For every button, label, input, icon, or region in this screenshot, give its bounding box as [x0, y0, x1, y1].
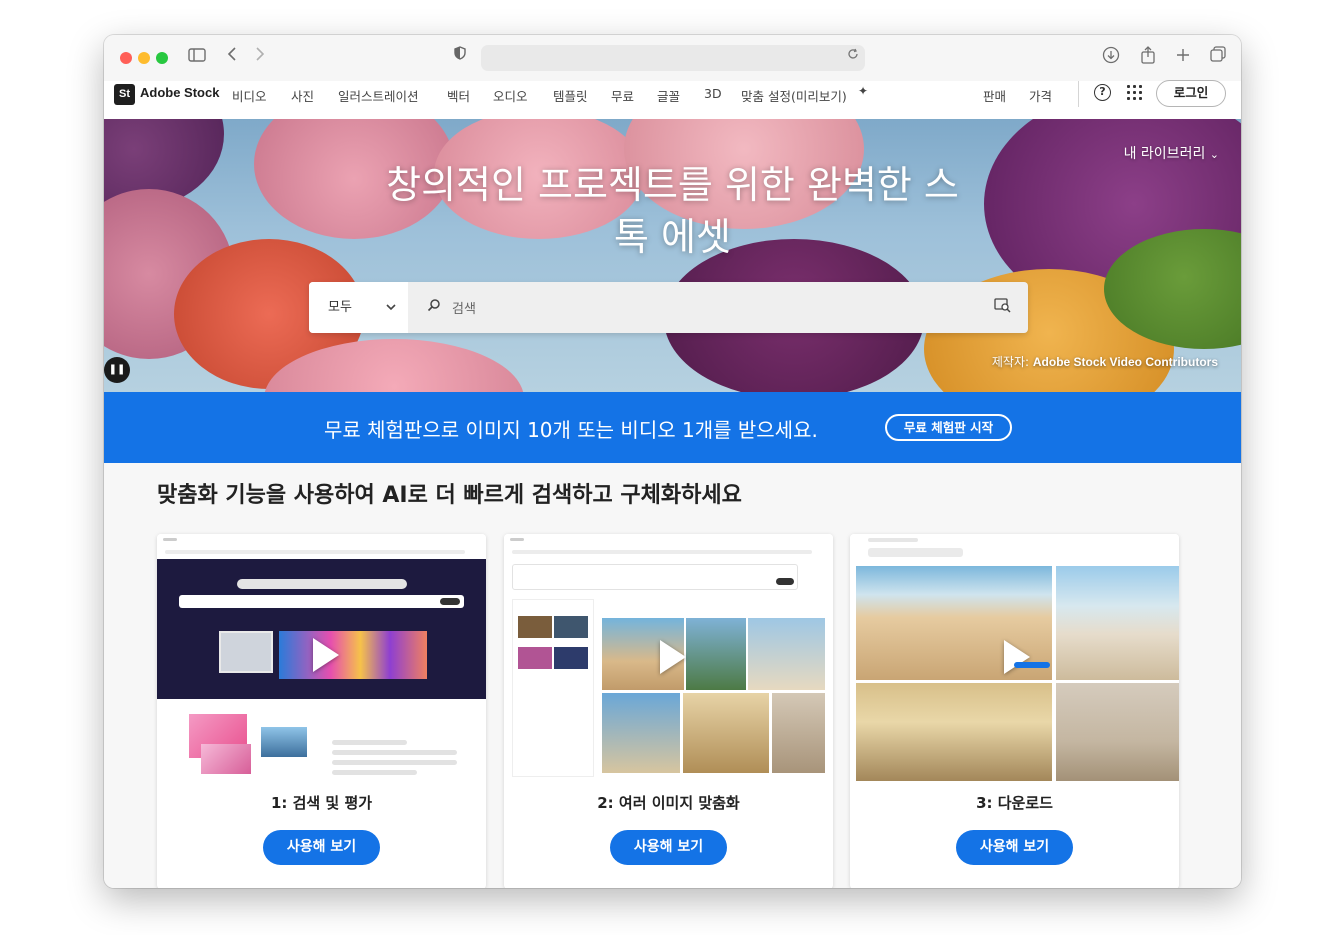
- nav-3d[interactable]: 3D: [704, 86, 722, 101]
- play-icon[interactable]: [313, 638, 339, 672]
- try-it-button[interactable]: 사용해 보기: [610, 830, 727, 865]
- free-trial-banner: 무료 체험판으로 이미지 10개 또는 비디오 1개를 받으세요. 무료 체험판…: [104, 392, 1241, 463]
- feature-card-customize: 2: 여러 이미지 맞춤화 사용해 보기: [504, 534, 833, 888]
- hero-title: 창의적인 프로젝트를 위한 완벽한 스 톡 에셋: [104, 159, 1241, 263]
- feature-card-search: 1: 검색 및 평가 사용해 보기: [157, 534, 486, 888]
- minimize-window-button[interactable]: [138, 52, 150, 64]
- pause-icon[interactable]: ❚❚: [104, 357, 130, 383]
- my-library-menu[interactable]: 내 라이브러리 ⌄: [1124, 143, 1219, 163]
- try-it-button[interactable]: 사용해 보기: [956, 830, 1073, 865]
- nav-audio[interactable]: 오디오: [493, 86, 528, 105]
- zoom-window-button[interactable]: [156, 52, 168, 64]
- browser-toolbar: [104, 35, 1241, 81]
- nav-customize-preview[interactable]: 맞춤 설정(미리보기): [741, 86, 847, 105]
- download-icon[interactable]: [1101, 46, 1121, 68]
- adobe-stock-wordmark[interactable]: Adobe Stock: [140, 85, 219, 100]
- nav-fonts[interactable]: 글꼴: [657, 86, 680, 105]
- chevron-down-icon: ⌄: [1209, 148, 1219, 161]
- play-icon[interactable]: [660, 640, 686, 674]
- search-icon: [427, 298, 441, 316]
- start-free-trial-button[interactable]: 무료 체험판 시작: [885, 414, 1012, 441]
- feature-card-label: 2: 여러 이미지 맞춤화: [597, 794, 740, 812]
- login-button[interactable]: 로그인: [1156, 80, 1226, 107]
- feature-card-label: 3: 다운로드: [976, 794, 1053, 812]
- chevron-right-icon[interactable]: [252, 46, 268, 68]
- nav-video[interactable]: 비디오: [232, 86, 267, 105]
- help-icon[interactable]: ?: [1094, 84, 1111, 101]
- apps-grid-icon[interactable]: [1127, 85, 1142, 100]
- nav-divider: [1078, 81, 1079, 107]
- nav-free[interactable]: 무료: [611, 86, 634, 105]
- nav-pricing[interactable]: 가격: [1029, 86, 1052, 105]
- site-header: St Adobe Stock 비디오 사진 일러스트레이션 벡터 오디오 템플릿…: [104, 80, 1241, 119]
- customization-section: 맞춤화 기능을 사용하여 AI로 더 빠르게 검색하고 구체화하세요 1: 검색…: [104, 463, 1241, 888]
- search-input[interactable]: 검색: [452, 298, 476, 317]
- plus-icon[interactable]: [1173, 46, 1193, 68]
- free-trial-text: 무료 체험판으로 이미지 10개 또는 비디오 1개를 받으세요.: [324, 418, 818, 442]
- tabs-icon[interactable]: [1208, 46, 1228, 68]
- search-category-select[interactable]: 모두: [309, 282, 408, 333]
- hero-title-line-2: 톡 에셋: [614, 215, 731, 259]
- nav-illustrations[interactable]: 일러스트레이션: [338, 86, 419, 105]
- reload-icon[interactable]: [847, 48, 859, 64]
- sparkle-icon: ✦: [858, 84, 869, 98]
- search-category-value: 모두: [328, 300, 352, 315]
- image-credit: 제작자: Adobe Stock Video Contributors: [991, 355, 1218, 369]
- adobe-stock-logo[interactable]: St: [114, 84, 135, 105]
- feature-card-label: 1: 검색 및 평가: [270, 794, 373, 812]
- chevron-down-icon: [386, 282, 396, 333]
- try-it-button[interactable]: 사용해 보기: [263, 830, 380, 865]
- play-icon[interactable]: [1004, 640, 1030, 674]
- close-window-button[interactable]: [120, 52, 132, 64]
- browser-window: St Adobe Stock 비디오 사진 일러스트레이션 벡터 오디오 템플릿…: [104, 35, 1241, 888]
- visual-search-icon[interactable]: [994, 297, 1012, 317]
- sidebar-icon[interactable]: [186, 46, 208, 68]
- nav-sell[interactable]: 판매: [983, 86, 1006, 105]
- search-bar: 모두 검색: [309, 282, 1028, 333]
- chevron-left-icon[interactable]: [224, 46, 240, 68]
- shield-icon[interactable]: [454, 46, 466, 64]
- my-library-label: 내 라이브러리: [1123, 146, 1206, 162]
- nav-photos[interactable]: 사진: [291, 86, 314, 105]
- feature-card-image: [504, 534, 833, 781]
- share-icon[interactable]: [1138, 46, 1158, 68]
- feature-card-image: [157, 534, 486, 781]
- hero-title-line-1: 창의적인 프로젝트를 위한 완벽한 스: [386, 163, 959, 207]
- nav-vectors[interactable]: 벡터: [447, 86, 470, 105]
- feature-card-download: 3: 다운로드 사용해 보기: [850, 534, 1179, 888]
- address-bar[interactable]: [481, 45, 865, 71]
- hero-banner: 창의적인 프로젝트를 위한 완벽한 스 톡 에셋 내 라이브러리 ⌄ 모두 검색: [104, 119, 1241, 392]
- nav-templates[interactable]: 템플릿: [553, 86, 588, 105]
- section-title: 맞춤화 기능을 사용하여 AI로 더 빠르게 검색하고 구체화하세요: [157, 483, 742, 508]
- feature-card-image: [850, 534, 1179, 781]
